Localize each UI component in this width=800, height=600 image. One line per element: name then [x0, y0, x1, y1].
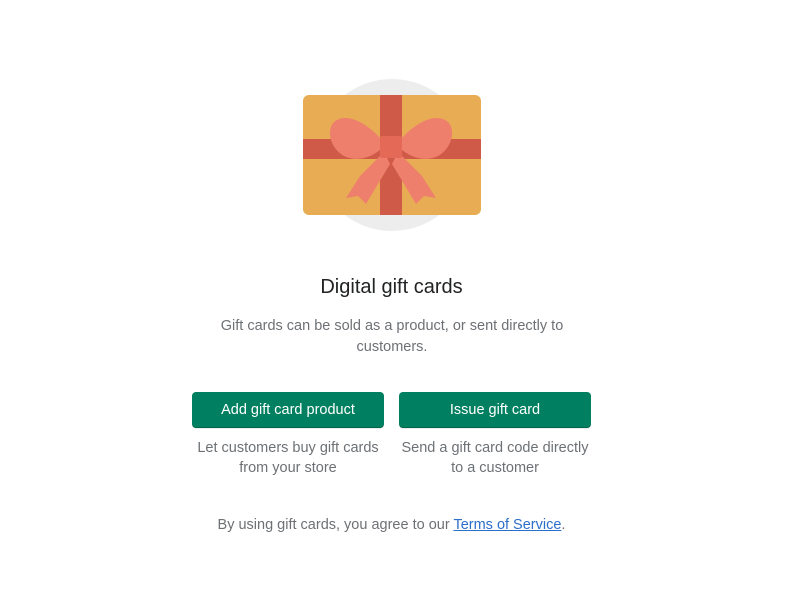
terms-prefix: By using gift cards, you agree to our	[217, 517, 454, 533]
terms-footer: By using gift cards, you agree to our Te…	[0, 515, 783, 535]
terms-of-service-link[interactable]: Terms of Service	[453, 517, 561, 533]
add-product-action: Add gift card product Let customers buy …	[192, 392, 384, 478]
terms-suffix: .	[561, 517, 566, 533]
issue-card-action: Issue gift card Send a gift card code di…	[399, 392, 591, 478]
gift-card-illustration	[300, 78, 484, 232]
gift-cards-empty-state: Digital gift cards Gift cards can be sol…	[0, 0, 800, 600]
issue-card-help-text: Send a gift card code directly to a cust…	[401, 440, 589, 476]
page-title: Digital gift cards	[320, 276, 463, 298]
add-product-help-text: Let customers buy gift cards from your s…	[197, 440, 379, 476]
issue-gift-card-button[interactable]: Issue gift card	[399, 392, 591, 428]
gift-card-icon	[303, 79, 481, 231]
add-gift-card-product-button[interactable]: Add gift card product	[192, 392, 384, 428]
page-description: Gift cards can be sold as a product, or …	[220, 318, 564, 355]
bow-knot	[380, 136, 402, 158]
